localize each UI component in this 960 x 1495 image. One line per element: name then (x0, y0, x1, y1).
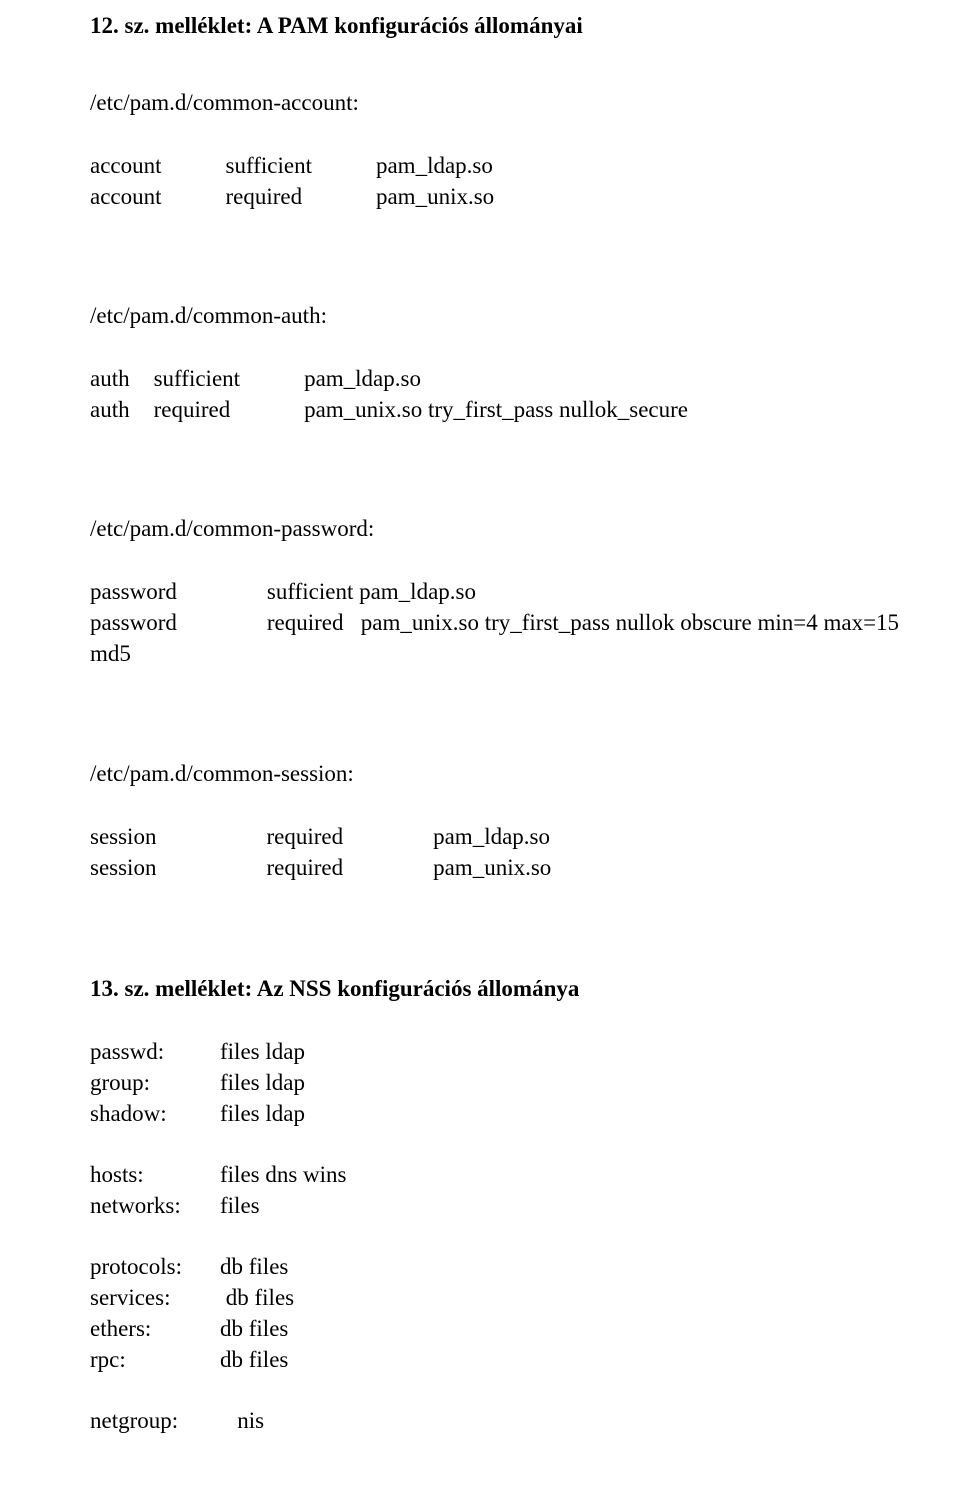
auth-path: /etc/pam.d/common-auth: (90, 300, 870, 331)
table-row: group: files ldap (90, 1067, 305, 1098)
key-cell: rpc: (90, 1344, 220, 1375)
table-row: networks: files (90, 1190, 347, 1221)
key-cell: ethers: (90, 1313, 220, 1344)
value-cell: db files (220, 1282, 294, 1313)
value-cell: files ldap (220, 1098, 305, 1129)
table-row: shadow: files ldap (90, 1098, 305, 1129)
facility-cell: account (90, 150, 226, 181)
value-cell: files ldap (220, 1036, 305, 1067)
session-table: session required pam_ldap.so session req… (90, 821, 551, 883)
control-cell: required (226, 181, 376, 212)
table-row: auth required pam_unix.so try_first_pass… (90, 394, 688, 425)
key-cell: netgroup: (90, 1405, 220, 1436)
key-cell: protocols: (90, 1251, 220, 1282)
account-table: account sufficient pam_ldap.so account r… (90, 150, 494, 212)
key-cell: group: (90, 1067, 220, 1098)
module-cell: pam_ldap.so (433, 821, 551, 852)
facility-cell: account (90, 181, 226, 212)
module-cell: pam_unix.so (376, 181, 494, 212)
table-row: hosts: files dns wins (90, 1159, 347, 1190)
value-cell: files ldap (220, 1067, 305, 1098)
table-row: protocols: db files (90, 1251, 294, 1282)
nss-group4: netgroup: nis (90, 1405, 264, 1436)
table-row: session required pam_ldap.so (90, 821, 551, 852)
value-cell: db files (220, 1313, 294, 1344)
rest-cell: required pam_unix.so try_first_pass null… (267, 607, 899, 638)
value-cell: nis (220, 1405, 264, 1436)
key-cell: services: (90, 1282, 220, 1313)
control-cell: required (154, 394, 304, 425)
account-path: /etc/pam.d/common-account: (90, 87, 870, 118)
facility-cell: auth (90, 363, 154, 394)
table-row: session required pam_unix.so (90, 852, 551, 883)
facility-cell: password (90, 607, 267, 638)
auth-table: auth sufficient pam_ldap.so auth require… (90, 363, 688, 425)
rest-cell (267, 638, 899, 669)
control-cell: required (266, 821, 433, 852)
table-row: passwd: files ldap (90, 1036, 305, 1067)
password-path: /etc/pam.d/common-password: (90, 513, 870, 544)
table-row: auth sufficient pam_ldap.so (90, 363, 688, 394)
facility-cell: password (90, 576, 267, 607)
table-row: password required pam_unix.so try_first_… (90, 607, 899, 638)
control-cell: sufficient (226, 150, 376, 181)
value-cell: db files (220, 1344, 294, 1375)
table-row: md5 (90, 638, 899, 669)
nss-group3: protocols: db files services: db files e… (90, 1251, 294, 1375)
table-row: account required pam_unix.so (90, 181, 494, 212)
section13-title: 13. sz. melléklet: Az NSS konfigurációs … (90, 973, 870, 1004)
key-cell: shadow: (90, 1098, 220, 1129)
key-cell: networks: (90, 1190, 220, 1221)
nss-group2: hosts: files dns wins networks: files (90, 1159, 347, 1221)
session-path: /etc/pam.d/common-session: (90, 758, 870, 789)
module-cell: pam_ldap.so (376, 150, 494, 181)
control-cell: sufficient (154, 363, 304, 394)
facility-cell: auth (90, 394, 154, 425)
table-row: password sufficient pam_ldap.so (90, 576, 899, 607)
module-cell: pam_unix.so (433, 852, 551, 883)
value-cell: db files (220, 1251, 294, 1282)
key-cell: hosts: (90, 1159, 220, 1190)
table-row: services: db files (90, 1282, 294, 1313)
facility-cell: session (90, 852, 266, 883)
rest-cell: sufficient pam_ldap.so (267, 576, 899, 607)
table-row: netgroup: nis (90, 1405, 264, 1436)
table-row: rpc: db files (90, 1344, 294, 1375)
control-cell: required (266, 852, 433, 883)
nss-group1: passwd: files ldap group: files ldap sha… (90, 1036, 305, 1129)
value-cell: files (220, 1190, 347, 1221)
table-row: ethers: db files (90, 1313, 294, 1344)
facility-cell: md5 (90, 638, 267, 669)
section12-title: 12. sz. melléklet: A PAM konfigurációs á… (90, 10, 870, 41)
value-cell: files dns wins (220, 1159, 347, 1190)
password-table: password sufficient pam_ldap.so password… (90, 576, 899, 669)
table-row: account sufficient pam_ldap.so (90, 150, 494, 181)
module-cell: pam_ldap.so (304, 363, 688, 394)
facility-cell: session (90, 821, 266, 852)
module-cell: pam_unix.so try_first_pass nullok_secure (304, 394, 688, 425)
key-cell: passwd: (90, 1036, 220, 1067)
